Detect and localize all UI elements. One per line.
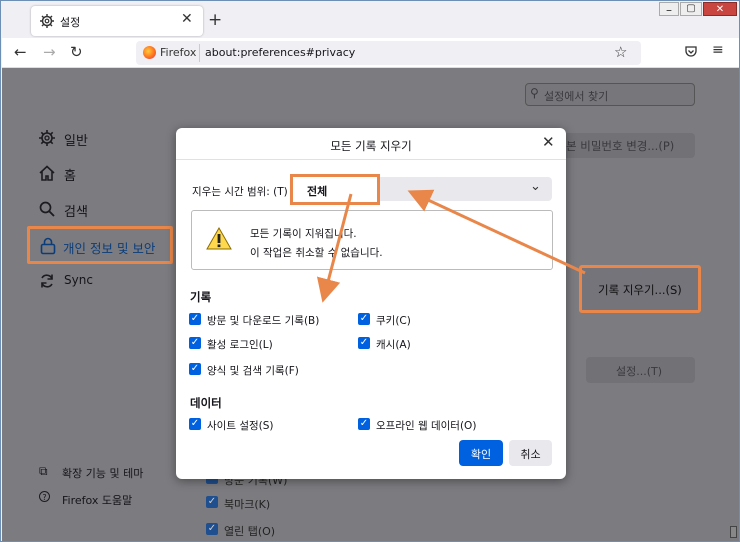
clear-history-button[interactable]: 기록 지우기...(S) [579,265,701,313]
search-icon: ⚲ [530,86,539,100]
checkbox-site-settings[interactable]: ✓ 사이트 설정(S) [189,418,349,433]
checkbox[interactable]: ✓ [358,337,370,349]
bookmark-star-icon[interactable]: ☆ [614,43,627,61]
dialog-close-icon[interactable]: ✕ [542,133,555,151]
checkbox[interactable]: ✓ [358,418,370,430]
reload-icon[interactable]: ↻ [70,43,83,61]
sidebar-item-general[interactable]: 일반 [37,128,177,152]
checkbox-logins[interactable]: ✓ 활성 로그인(L) [189,337,349,352]
chevron-down-icon: ⌄ [530,179,541,194]
identity-label: Firefox [160,46,197,59]
back-icon[interactable]: ← [14,43,27,61]
sidebar-item-label: 검색 [64,205,88,220]
sidebar-item-label: 확장 기능 및 테마 [62,467,144,480]
maximize-icon[interactable]: ▢ [680,2,702,16]
checkbox-browsing[interactable]: ✓ 방문 및 다운로드 기록(B) [189,313,349,328]
sidebar-item-search[interactable]: 검색 [37,199,177,223]
forward-icon[interactable]: → [43,43,56,61]
warning-line-1: 모든 기록이 지워집니다. [250,228,357,240]
sidebar-item-home[interactable]: 홈 [37,163,177,187]
sidebar-item-label: 홈 [64,169,76,184]
checkbox[interactable]: ✓ [189,313,201,325]
tab-title: 설정 [60,16,81,29]
sidebar-item-label: Firefox 도움말 [62,494,133,507]
cookie-settings-button[interactable]: 설정...(T) [586,357,695,383]
sidebar-item-label: 개인 정보 및 보안 [63,241,156,256]
preferences-search-input[interactable]: ⚲ 설정에서 찾기 [525,83,695,106]
home-icon [39,165,55,181]
url-separator [199,44,200,62]
bg-checkbox-open-tabs[interactable]: ✓ 열린 탭(O) [206,523,406,538]
scrollbar-thumb[interactable] [730,526,737,538]
range-label: 지우는 시간 범위: (T) [192,186,288,198]
warning-box: 모든 기록이 지워집니다. 이 작업은 취소할 수 없습니다. [191,210,553,270]
change-password-button[interactable]: 본 비밀번호 변경...(P) [563,133,695,158]
gear-icon [39,130,55,146]
browser-window: 설정 ✕ + – ▢ ✕ ← → ↻ Firefox about:prefere… [0,0,740,542]
data-heading: 데이터 [190,396,222,410]
warning-icon [206,226,232,250]
checkbox[interactable]: ✓ [189,363,201,375]
dialog-divider [176,159,566,160]
lock-icon [40,237,56,255]
puzzle-icon: ⧉ [39,464,48,478]
checkbox[interactable]: ✓ [206,523,218,535]
tab-close-icon[interactable]: ✕ [181,11,193,27]
new-tab-button[interactable]: + [208,10,222,30]
checkbox[interactable]: ✓ [189,337,201,349]
cancel-button[interactable]: 취소 [509,440,552,466]
url-bar[interactable]: Firefox about:preferences#privacy ☆ [136,41,641,65]
checkbox[interactable]: ✓ [206,496,218,508]
range-select-value[interactable]: 전체 [290,174,380,205]
dialog-title: 모든 기록 지우기 [330,139,412,153]
firefox-logo-icon [143,46,156,59]
checkbox[interactable]: ✓ [189,418,201,430]
checkbox-cookies[interactable]: ✓ 쿠키(C) [358,313,478,328]
clear-history-dialog: 모든 기록 지우기 ✕ 지우는 시간 범위: (T) ⌄ 전체 모든 기록이 지… [176,128,566,479]
sidebar-item-extensions[interactable]: ⧉ 확장 기능 및 테마 [39,464,179,482]
minimize-icon[interactable]: – [659,2,679,17]
window-close-icon[interactable]: ✕ [703,2,737,16]
tab-settings[interactable]: 설정 ✕ [31,6,203,36]
checkbox[interactable]: ✓ [358,313,370,325]
ok-button[interactable]: 확인 [459,440,503,466]
sidebar-item-help[interactable]: ? Firefox 도움말 [39,491,179,509]
pocket-icon[interactable] [685,46,697,57]
checkbox-forms[interactable]: ✓ 양식 및 검색 기록(F) [189,363,349,378]
sidebar-item-label: 일반 [64,134,88,149]
sidebar-item-privacy[interactable]: 개인 정보 및 보안 [27,226,173,264]
sidebar-item-label: Sync [64,273,93,287]
search-icon [39,201,55,217]
help-icon: ? [39,491,50,502]
history-heading: 기록 [190,290,212,304]
checkbox-cache[interactable]: ✓ 캐시(A) [358,337,478,352]
bg-checkbox-bookmarks[interactable]: ✓ 북마크(K) [206,496,406,511]
sidebar-item-sync[interactable]: Sync [37,271,177,295]
warning-line-2: 이 작업은 취소할 수 없습니다. [250,247,383,259]
checkbox-offline-data[interactable]: ✓ 오프라인 웹 데이터(O) [358,418,518,433]
menu-icon[interactable]: ≡ [712,42,724,58]
gear-icon [40,14,54,28]
search-placeholder: 설정에서 찾기 [544,90,609,103]
sync-icon [41,274,53,288]
url-text[interactable]: about:preferences#privacy [205,46,355,59]
